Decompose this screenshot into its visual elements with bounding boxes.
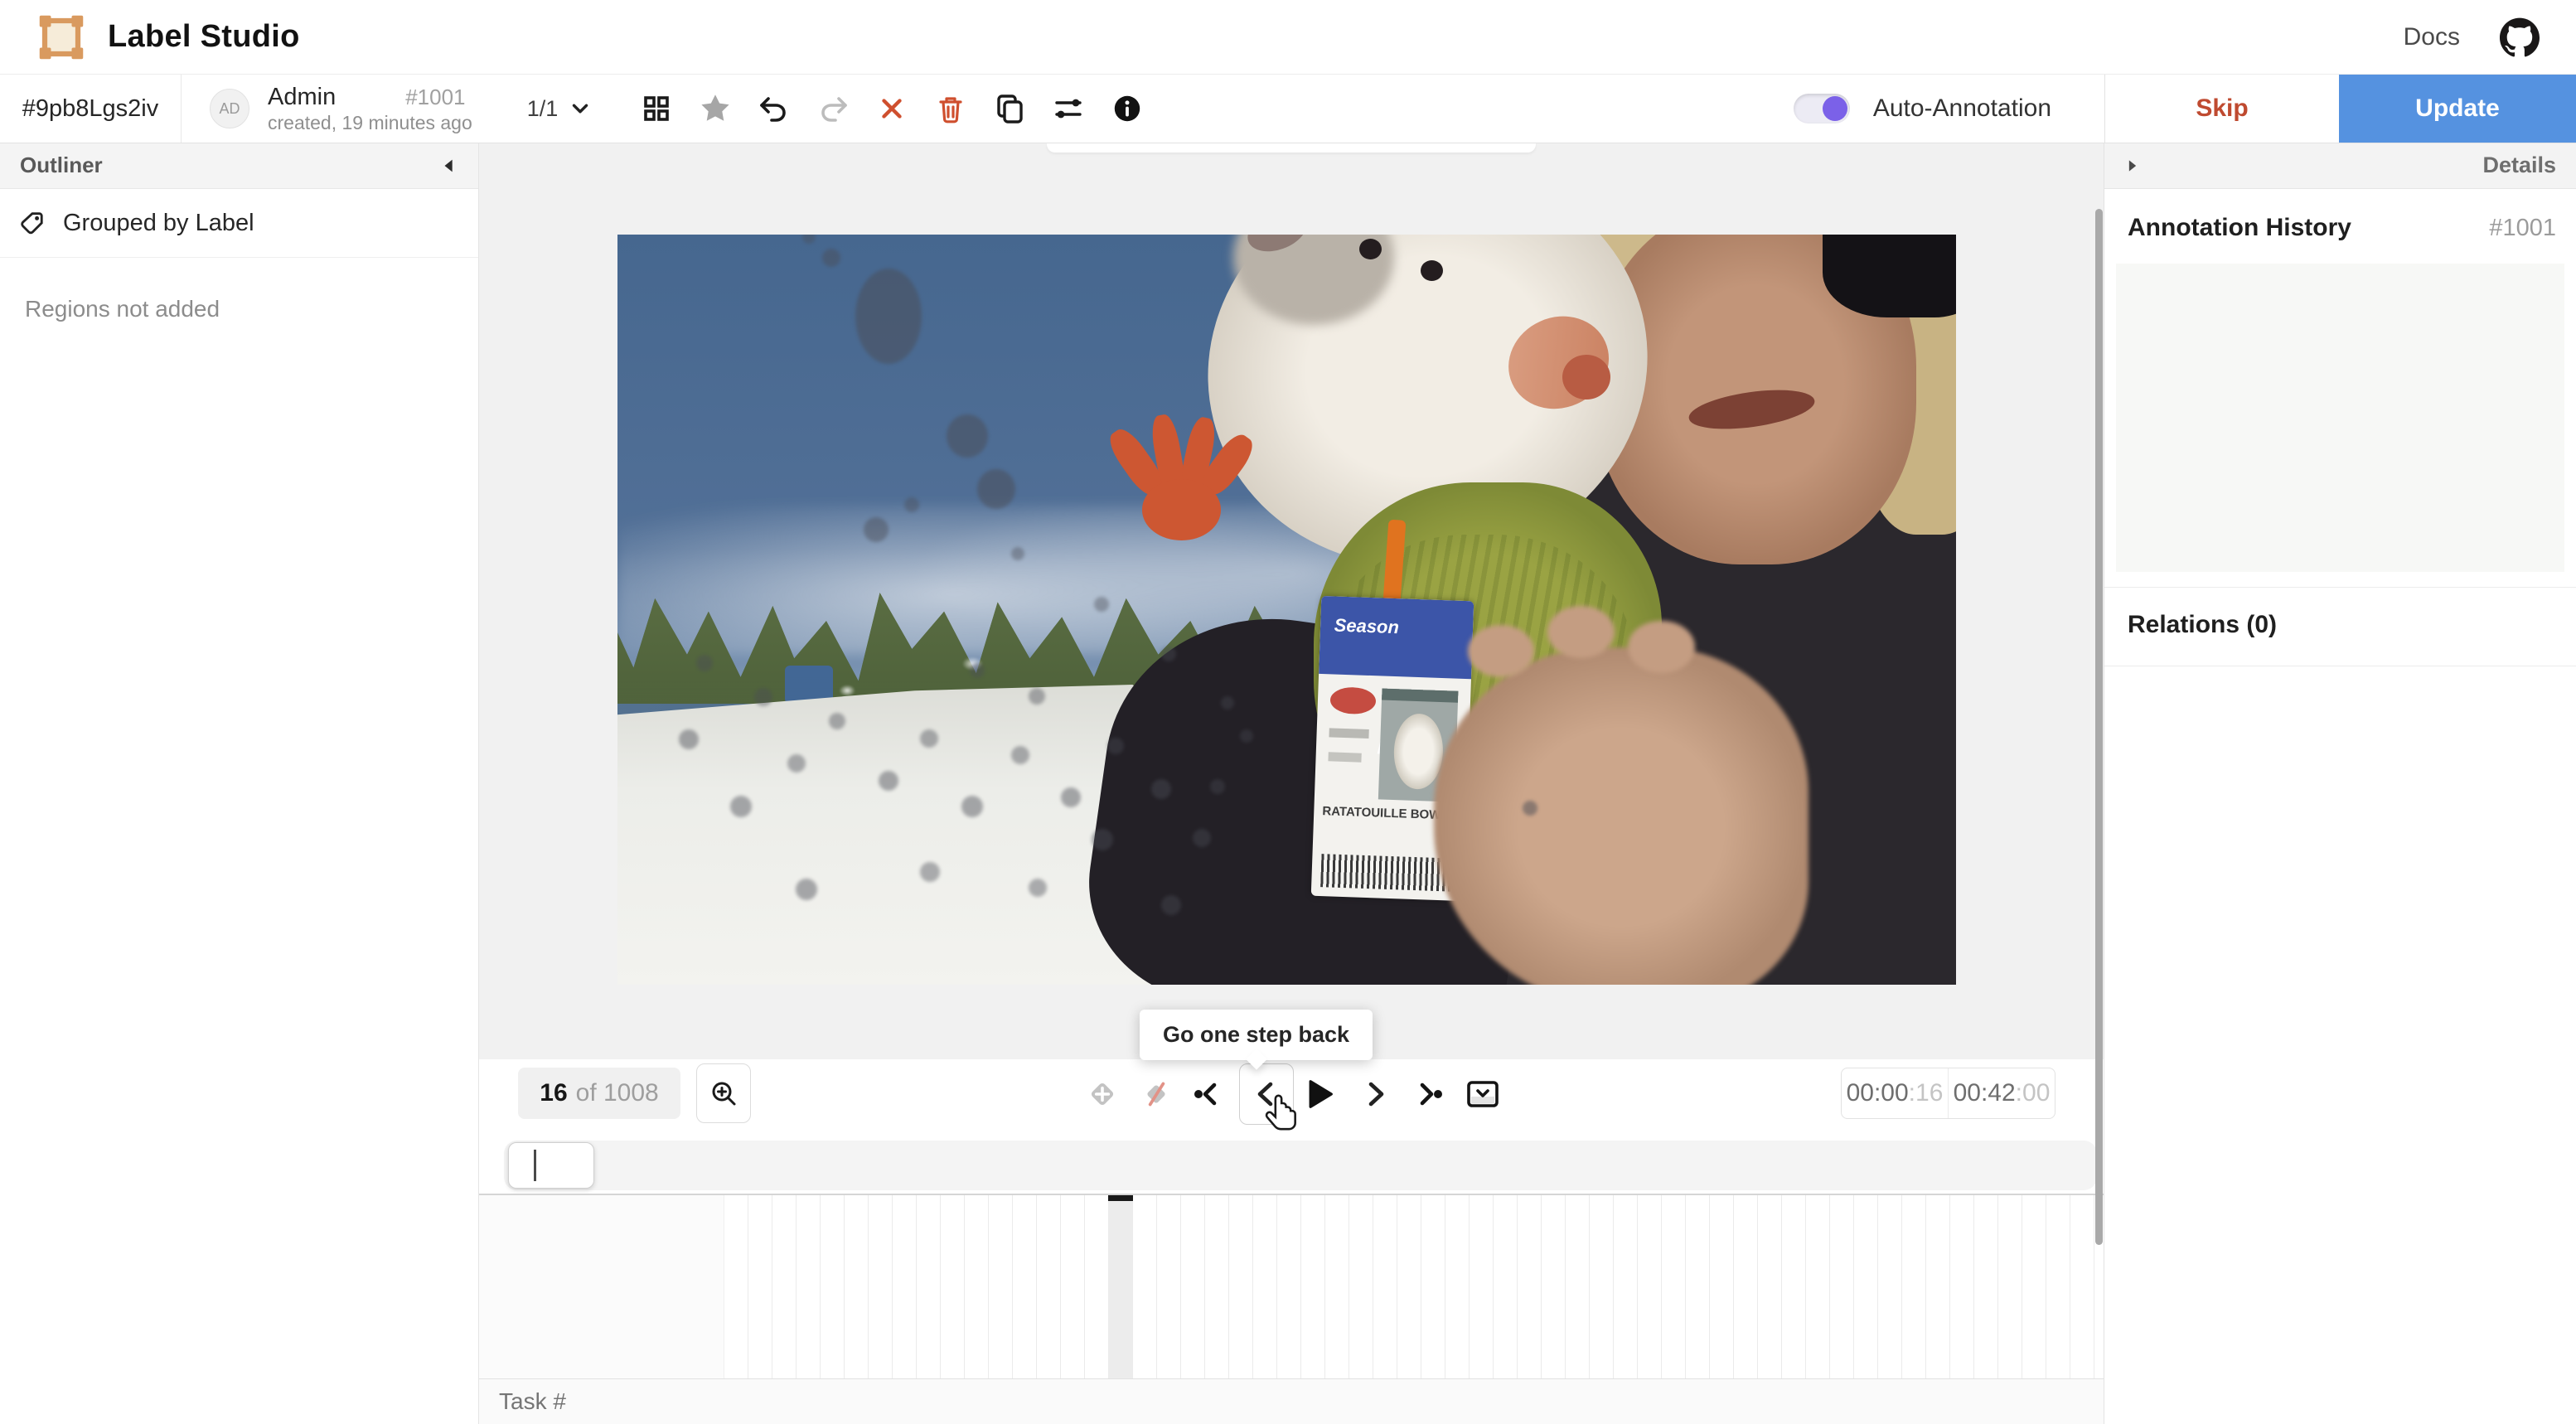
current-frame: 16: [540, 1079, 567, 1107]
project-id: #9pb8Lgs2iv: [0, 75, 182, 143]
regions-empty-message: Regions not added: [0, 258, 478, 361]
info-icon[interactable]: [1108, 90, 1146, 128]
tag-icon: [18, 210, 45, 236]
annotation-id: #1001: [405, 85, 465, 110]
total-frames: of 1008: [576, 1079, 659, 1107]
seeker-handle[interactable]: [508, 1142, 594, 1189]
skip-button[interactable]: Skip: [2104, 75, 2339, 143]
grid-view-icon[interactable]: [637, 90, 675, 128]
annotation-history-label: Annotation History: [2128, 214, 2351, 242]
magnifier-plus-icon: [709, 1078, 738, 1108]
outliner-title: Outliner: [20, 153, 103, 178]
label-studio-logo-icon: [36, 12, 86, 62]
task-bar: Task #: [479, 1378, 2104, 1424]
group-mode-label: Grouped by Label: [63, 210, 254, 237]
update-button[interactable]: Update: [2339, 75, 2576, 143]
task-label: Task #: [499, 1388, 566, 1415]
video-controls-panel: 16 of 1008: [479, 1059, 2104, 1378]
play-button[interactable]: [1295, 1059, 1343, 1129]
expand-panel-icon[interactable]: [2124, 157, 2141, 174]
user-name: Admin: [268, 83, 336, 112]
timeline-columns[interactable]: [724, 1195, 2104, 1378]
position-time: 00:00:16: [1842, 1068, 1949, 1118]
collapse-panel-icon[interactable]: [440, 157, 458, 175]
star-ground-truth-icon[interactable]: [696, 90, 734, 128]
collapse-timeline-button[interactable]: [1459, 1059, 1507, 1129]
annotation-owner: AD Admin #1001 created, 19 minutes ago: [182, 75, 472, 143]
step-forward-button[interactable]: [1351, 1059, 1399, 1129]
cursor-pointer: [1265, 1094, 1301, 1135]
top-bar: Label Studio Docs: [0, 0, 2576, 75]
tooltip: Go one step back: [1140, 1010, 1373, 1060]
annotation-history-section: Annotation History #1001: [2104, 189, 2576, 255]
duration-time: 00:42:00: [1949, 1068, 2055, 1118]
undo-icon[interactable]: [755, 90, 793, 128]
annotation-toolbar: [637, 75, 1146, 143]
avatar: AD: [210, 89, 249, 128]
annotation-history-body: [2116, 264, 2564, 572]
auto-annotation-label: Auto-Annotation: [1873, 94, 2051, 123]
details-panel: Details Annotation History #1001 Relatio…: [2104, 143, 2576, 1424]
timecode-display: 00:00:16 00:42:00: [1841, 1068, 2055, 1119]
card-remnant: [1047, 143, 1536, 153]
vertical-scrollbar[interactable]: [2095, 209, 2103, 1245]
outliner-panel: Outliner Grouped by Label Regions not ad…: [0, 143, 479, 1424]
snow-specks: [617, 235, 1956, 985]
frame-counter-input[interactable]: 16 of 1008: [518, 1068, 680, 1119]
duplicate-copy-icon[interactable]: [990, 90, 1029, 128]
delete-trash-icon[interactable]: [932, 90, 970, 128]
next-keyframe-button[interactable]: [1403, 1059, 1451, 1129]
toggle-knob: [1823, 96, 1847, 121]
seeker-track[interactable]: [504, 1141, 2097, 1190]
timeline-left-gap: [479, 1195, 724, 1378]
annotation-action-bar: #9pb8Lgs2iv AD Admin #1001 created, 19 m…: [0, 75, 2576, 143]
docs-link[interactable]: Docs: [2404, 23, 2460, 51]
keyframe-remove-button[interactable]: [1132, 1059, 1180, 1129]
details-title: Details: [2482, 153, 2556, 178]
group-by-selector[interactable]: Grouped by Label: [0, 189, 478, 258]
annotation-history-id: #1001: [2489, 215, 2556, 242]
auto-annotation-control: Auto-Annotation: [1794, 75, 2104, 143]
pagination-count: 1/1: [527, 96, 559, 122]
github-icon[interactable]: [2500, 17, 2540, 57]
keyframe-add-button[interactable]: [1078, 1059, 1126, 1129]
label-studio-app: Label Studio Docs #9pb8Lgs2iv AD Admin #…: [0, 0, 2576, 1424]
seeker-position-line: [534, 1150, 536, 1181]
frames-timeline: [479, 1194, 2104, 1378]
chevron-down-icon: [568, 96, 593, 121]
annotation-pagination[interactable]: 1/1: [527, 75, 593, 143]
redo-icon[interactable]: [814, 90, 852, 128]
zoom-button[interactable]: [696, 1063, 751, 1123]
previous-keyframe-button[interactable]: [1185, 1059, 1233, 1129]
relations-section: Relations (0): [2104, 587, 2576, 666]
reset-cross-icon[interactable]: [873, 90, 911, 128]
workspace: Season Pass RATATOUILLE BOWER Go one ste…: [479, 143, 2104, 1424]
settings-sliders-icon[interactable]: [1049, 90, 1087, 128]
auto-annotation-toggle[interactable]: [1794, 94, 1850, 124]
video-canvas[interactable]: Season Pass RATATOUILLE BOWER: [617, 235, 1956, 985]
created-timestamp: created, 19 minutes ago: [268, 112, 472, 135]
app-title: Label Studio: [108, 19, 300, 55]
